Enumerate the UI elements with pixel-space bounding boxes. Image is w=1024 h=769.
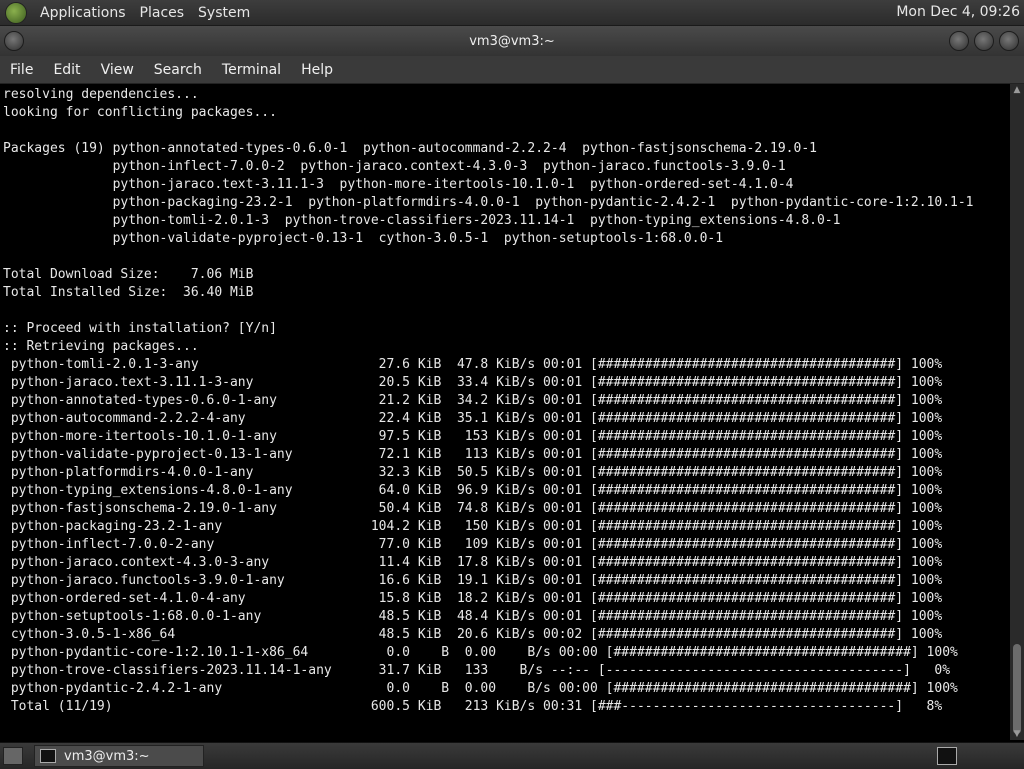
terminal-line: python-packaging-23.2-1 python-platformd… — [3, 195, 974, 210]
terminal-line: Total Installed Size: 36.40 MiB — [3, 285, 254, 300]
show-desktop-icon[interactable] — [3, 747, 23, 765]
menu-places[interactable]: Places — [133, 5, 192, 21]
terminal-line: :: Retrieving packages... — [3, 339, 199, 354]
terminal-line: python-tomli-2.0.1-3 python-trove-classi… — [3, 213, 841, 228]
menu-terminal[interactable]: Terminal — [212, 62, 291, 78]
maximize-button[interactable] — [974, 31, 994, 51]
terminal-line: python-jaraco.context-4.3.0-3-any 11.4 K… — [3, 555, 943, 570]
menu-applications[interactable]: Applications — [33, 5, 133, 21]
terminal-output[interactable]: resolving dependencies... looking for con… — [0, 84, 1010, 740]
terminal-line: python-pydantic-core-1:2.10.1-1-x86_64 0… — [3, 645, 958, 660]
terminal-line: python-typing_extensions-4.8.0-1-any 64.… — [3, 483, 943, 498]
terminal-menubar: File Edit View Search Terminal Help — [0, 56, 1024, 84]
terminal-line: python-ordered-set-4.1.0-4-any 15.8 KiB … — [3, 591, 943, 606]
terminal-line: python-more-itertools-10.1.0-1-any 97.5 … — [3, 429, 943, 444]
terminal-line: python-packaging-23.2-1-any 104.2 KiB 15… — [3, 519, 943, 534]
tray-terminal-icon[interactable] — [937, 747, 957, 765]
terminal-line: python-annotated-types-0.6.0-1-any 21.2 … — [3, 393, 943, 408]
bottom-taskbar: vm3@vm3:~ — [0, 742, 1024, 769]
menu-view[interactable]: View — [91, 62, 144, 78]
menu-file[interactable]: File — [0, 62, 43, 78]
clock[interactable]: Mon Dec 4, 09:26 — [896, 4, 1020, 20]
terminal-line: Packages (19) python-annotated-types-0.6… — [3, 141, 817, 156]
terminal-line: python-fastjsonschema-2.19.0-1-any 50.4 … — [3, 501, 943, 516]
terminal-line: resolving dependencies... — [3, 87, 199, 102]
terminal-line: python-pydantic-2.4.2-1-any 0.0 B 0.00 B… — [3, 681, 958, 696]
terminal-icon — [40, 749, 56, 763]
terminal-line: python-inflect-7.0.0-2-any 77.0 KiB 109 … — [3, 537, 943, 552]
terminal-text: resolving dependencies... looking for con… — [0, 84, 1010, 716]
terminal-line: python-setuptools-1:68.0.0-1-any 48.5 Ki… — [3, 609, 943, 624]
terminal-line: python-autocommand-2.2.2-4-any 22.4 KiB … — [3, 411, 943, 426]
menu-edit[interactable]: Edit — [43, 62, 90, 78]
window-titlebar[interactable]: vm3@vm3:~ — [0, 26, 1024, 56]
menu-search[interactable]: Search — [144, 62, 212, 78]
terminal-line: python-trove-classifiers-2023.11.14-1-an… — [3, 663, 951, 678]
close-button[interactable] — [999, 31, 1019, 51]
window-title: vm3@vm3:~ — [469, 33, 555, 49]
distro-logo-icon[interactable] — [5, 1, 27, 24]
terminal-line: python-platformdirs-4.0.0-1-any 32.3 KiB… — [3, 465, 943, 480]
scroll-down-icon[interactable]: ▼ — [1010, 728, 1024, 740]
terminal-line: cython-3.0.5-1-x86_64 48.5 KiB 20.6 KiB/… — [3, 627, 943, 642]
top-panel: Applications Places System Mon Dec 4, 09… — [0, 0, 1024, 26]
scroll-up-icon[interactable]: ▲ — [1010, 84, 1024, 96]
menu-help[interactable]: Help — [291, 62, 343, 78]
terminal-line: Total Download Size: 7.06 MiB — [3, 267, 254, 282]
terminal-line: Total (11/19) 600.5 KiB 213 KiB/s 00:31 … — [3, 699, 943, 714]
terminal-line: python-tomli-2.0.1-3-any 27.6 KiB 47.8 K… — [3, 357, 943, 372]
minimize-button[interactable] — [949, 31, 969, 51]
taskbar-window-label: vm3@vm3:~ — [64, 748, 150, 764]
terminal-scrollbar[interactable]: ▲ ▼ — [1010, 84, 1024, 740]
terminal-line: looking for conflicting packages... — [3, 105, 277, 120]
terminal-line: python-validate-pyproject-0.13-1-any 72.… — [3, 447, 943, 462]
menu-system[interactable]: System — [191, 5, 257, 21]
window-menu-button[interactable] — [4, 31, 24, 51]
terminal-line: python-inflect-7.0.0-2 python-jaraco.con… — [3, 159, 786, 174]
terminal-line: python-jaraco.functools-3.9.0-1-any 16.6… — [3, 573, 943, 588]
terminal-line: python-jaraco.text-3.11.1-3 python-more-… — [3, 177, 794, 192]
terminal-line: python-jaraco.text-3.11.1-3-any 20.5 KiB… — [3, 375, 943, 390]
scroll-thumb[interactable] — [1013, 644, 1021, 734]
taskbar-window-button[interactable]: vm3@vm3:~ — [34, 745, 204, 767]
terminal-line: python-validate-pyproject-0.13-1 cython-… — [3, 231, 724, 246]
terminal-line: :: Proceed with installation? [Y/n] — [3, 321, 277, 336]
